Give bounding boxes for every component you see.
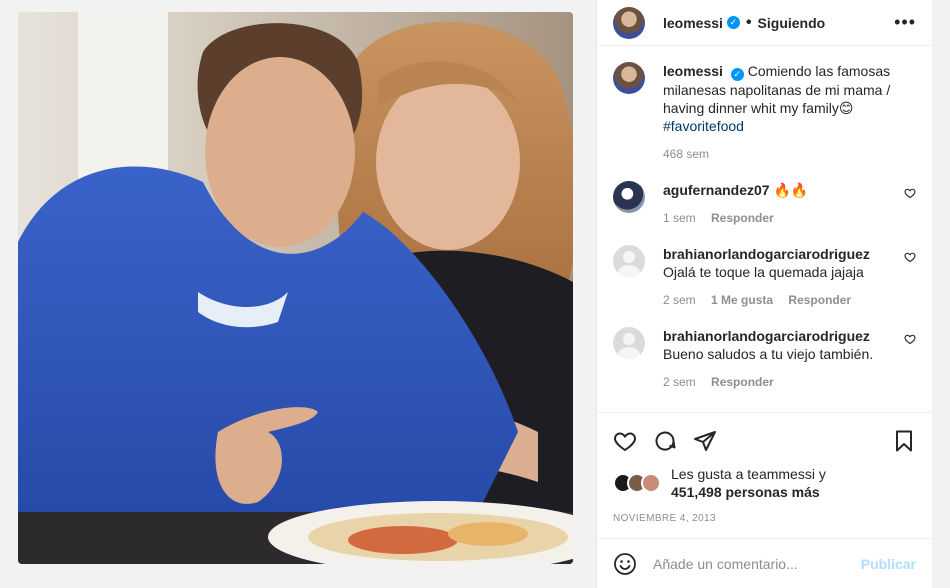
post-image	[18, 12, 573, 564]
comment-icon[interactable]	[653, 429, 677, 453]
comment-item: brahianorlandogarciarodriguez Ojalá te t…	[613, 245, 916, 309]
post-date: NOVIEMBRE 4, 2013	[613, 513, 716, 524]
heart-icon[interactable]	[904, 251, 916, 263]
publish-button[interactable]: Publicar	[861, 556, 916, 572]
post-header: leomessi ✓ • Siguiendo •••	[597, 0, 932, 46]
verified-icon: ✓	[730, 68, 744, 81]
post-panel: leomessi ✓ • Siguiendo ••• leomessi ✓ Co…	[596, 0, 932, 588]
heart-icon[interactable]	[904, 333, 916, 345]
verified-icon: ✓	[726, 16, 740, 29]
comment-input[interactable]	[653, 555, 861, 572]
caption-hashtag[interactable]: #favoritefood	[663, 118, 744, 134]
comment-username[interactable]: brahianorlandogarciarodriguez	[663, 246, 870, 262]
bookmark-icon[interactable]	[892, 429, 916, 453]
comment-time: 2 sem	[663, 375, 696, 389]
heart-icon[interactable]	[904, 187, 916, 199]
commenter-avatar[interactable]	[613, 327, 645, 359]
reply-button[interactable]: Responder	[711, 375, 774, 389]
caption-username[interactable]: leomessi	[663, 63, 723, 79]
comment-username[interactable]: agufernandez07	[663, 182, 770, 198]
comment-item: brahianorlandogarciarodriguez Bueno salu…	[613, 327, 916, 391]
commenter-avatar[interactable]	[613, 181, 645, 213]
likes-count[interactable]: 451,498 personas más	[671, 484, 820, 500]
comment-text: 🔥🔥	[773, 182, 809, 198]
caption: leomessi ✓ Comiendo las famosas milanesa…	[613, 62, 916, 163]
emoji-icon[interactable]	[613, 552, 637, 576]
follow-status-button[interactable]: Siguiendo	[758, 15, 826, 31]
heart-icon[interactable]	[613, 429, 637, 453]
reply-button[interactable]: Responder	[788, 293, 851, 307]
post-photo[interactable]	[18, 12, 573, 564]
post-actions: Les gusta a teammessi y 451,498 personas…	[597, 412, 932, 524]
comment-time: 2 sem	[663, 293, 696, 307]
author-avatar[interactable]	[613, 6, 645, 39]
comment-username[interactable]: brahianorlandogarciarodriguez	[663, 328, 870, 344]
share-icon[interactable]	[693, 429, 717, 453]
comment-likes[interactable]: 1 Me gusta	[711, 293, 773, 307]
comment-time: 1 sem	[663, 211, 696, 225]
comment-text: Bueno saludos a tu viejo también.	[663, 346, 874, 362]
reply-button[interactable]: Responder	[711, 211, 774, 225]
commenter-avatar[interactable]	[613, 245, 645, 277]
likes-line-1: Les gusta a teammessi y	[671, 466, 826, 482]
caption-avatar[interactable]	[613, 62, 645, 94]
comment-text: Ojalá te toque la quemada jajaja	[663, 264, 864, 280]
caption-time: 468 sem	[663, 147, 710, 161]
add-comment-bar: Publicar	[597, 538, 932, 588]
comment-item: agufernandez07 🔥🔥 1 sem Responder	[613, 181, 916, 227]
liker-avatars	[613, 473, 669, 493]
comments-section[interactable]: leomessi ✓ Comiendo las famosas milanesa…	[597, 46, 932, 406]
more-icon[interactable]: •••	[894, 12, 916, 33]
author-username[interactable]: leomessi	[663, 15, 723, 31]
separator-dot: •	[745, 13, 752, 31]
likes-summary[interactable]: Les gusta a teammessi y 451,498 personas…	[613, 465, 916, 501]
